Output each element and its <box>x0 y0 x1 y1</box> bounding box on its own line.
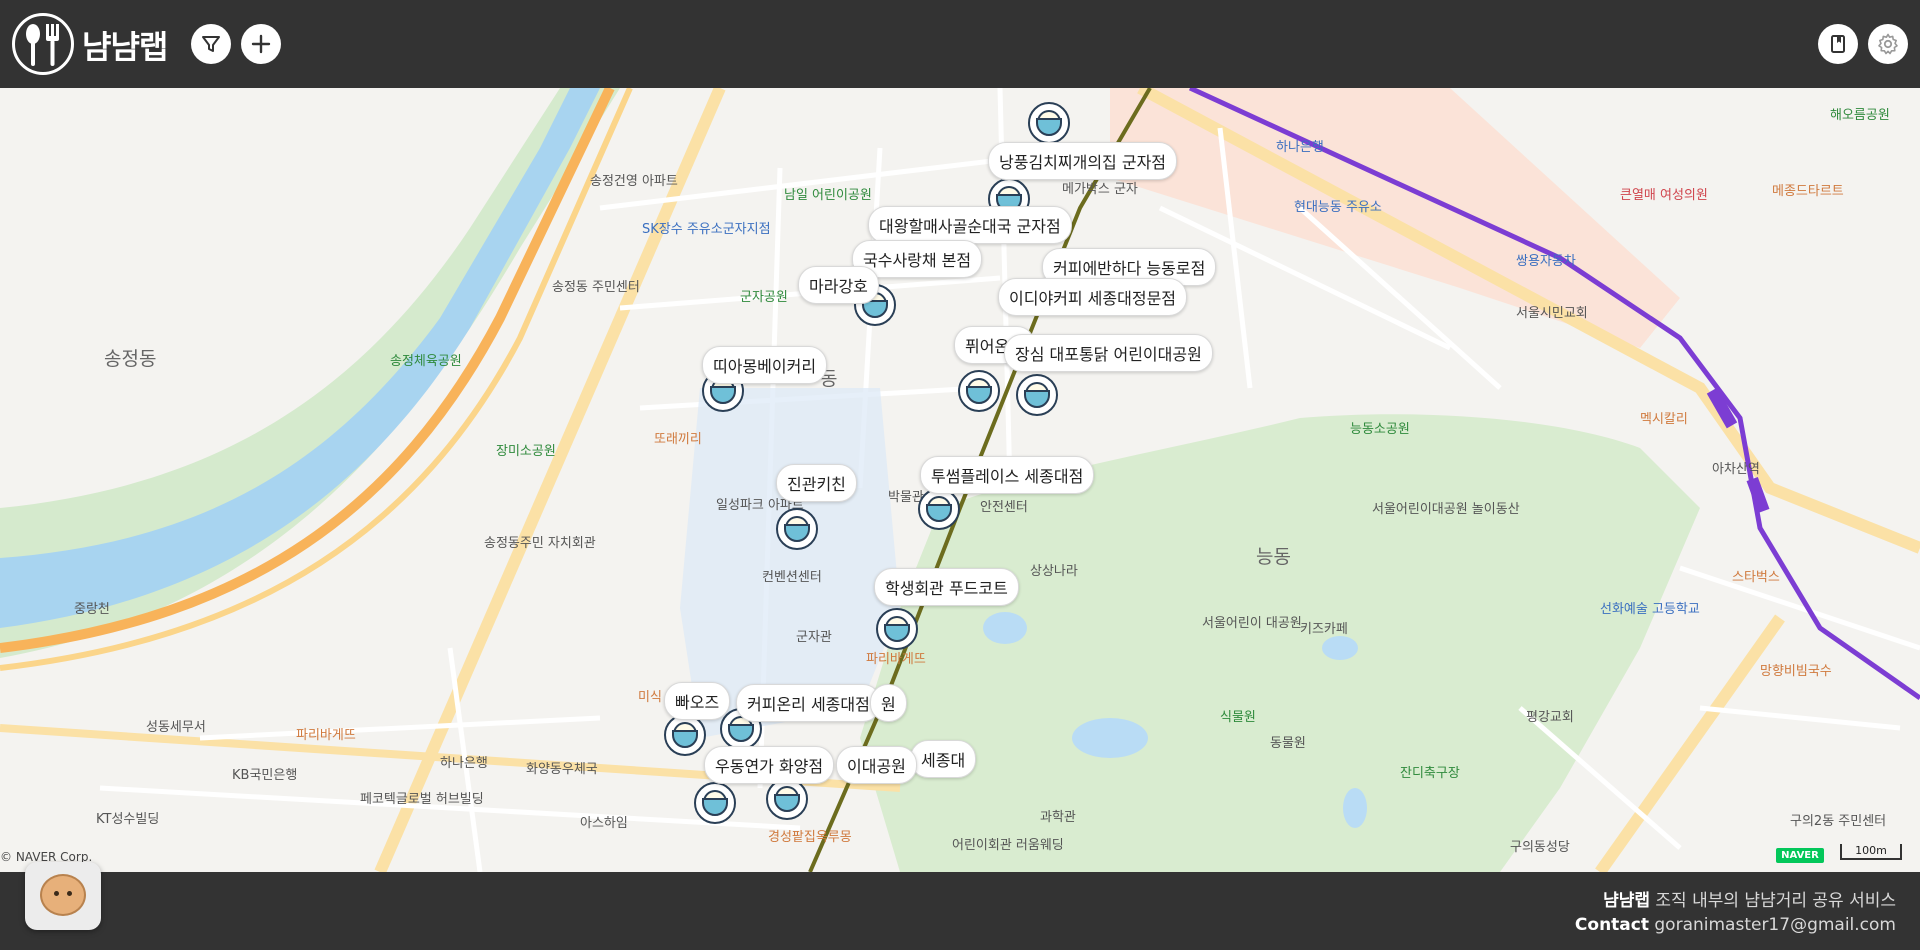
poi-label: 서울시민교회 <box>1516 306 1588 321</box>
place-label[interactable]: 빠오즈 <box>664 682 731 720</box>
poi-label: 큰열매 여성의원 <box>1620 188 1708 203</box>
map-scale-bar: 100m <box>1840 844 1902 860</box>
poi-label: 식물원 <box>1220 710 1256 725</box>
place-label[interactable]: 커피온리 세종대점 <box>736 684 881 722</box>
poi-label: 아스하임 <box>580 816 628 831</box>
settings-button[interactable] <box>1868 24 1908 64</box>
area-label: 능동 <box>1256 546 1291 568</box>
poi-label: 해오름공원 <box>1830 108 1890 123</box>
poi-label: 구의2동 주민센터 <box>1790 814 1887 829</box>
footer-tagline: 조직 내부의 냠냠거리 공유 서비스 <box>1650 891 1896 911</box>
footer-description: 냠냠랩 조직 내부의 냠냠거리 공유 서비스 <box>1603 886 1896 911</box>
place-label[interactable]: 띠아몽베이커리 <box>702 346 828 384</box>
app-title[interactable]: 냠냠랩 <box>82 22 168 68</box>
place-label[interactable]: 투썸플레이스 세종대점 <box>920 456 1095 494</box>
poi-label: 동물원 <box>1270 736 1306 751</box>
chat-character-icon <box>40 874 86 916</box>
map-view[interactable]: 송정동 능동 동 송정건영 아파트 남일 어린이공원 SK장수 주유소군자지점 … <box>0 88 1920 872</box>
poi-label: 군자관 <box>796 630 832 645</box>
place-label[interactable]: 이대공원 <box>836 746 917 784</box>
add-place-button[interactable] <box>241 24 281 64</box>
poi-label: 서울어린이대공원 놀이동산 <box>1372 502 1520 517</box>
poi-label: 컨벤션센터 <box>762 570 822 585</box>
poi-label: 망향비빔국수 <box>1760 664 1832 679</box>
poi-label: 구의동성당 <box>1510 840 1570 855</box>
place-label[interactable]: 우동연가 화양점 <box>704 746 835 784</box>
restaurant-marker[interactable] <box>766 778 808 820</box>
poi-label: 선화예술 고등학교 <box>1600 602 1700 617</box>
poi-label: 남일 어린이공원 <box>784 188 872 203</box>
poi-label: 파리바게뜨 <box>296 728 356 743</box>
poi-label: 화양동우체국 <box>526 762 598 777</box>
poi-label: KT성수빌딩 <box>96 812 160 827</box>
area-label: 송정동 <box>104 348 157 370</box>
restaurant-marker[interactable] <box>958 370 1000 412</box>
filter-funnel-icon <box>202 36 220 52</box>
poi-label: 과학관 <box>1040 810 1076 825</box>
footer: 냠냠랩 조직 내부의 냠냠거리 공유 서비스 Contact goranimas… <box>0 872 1920 950</box>
gear-icon <box>1878 33 1898 55</box>
restaurant-marker[interactable] <box>918 488 960 530</box>
poi-label: 중랑천 <box>74 602 110 617</box>
poi-label: 송정건영 아파트 <box>590 174 678 189</box>
filter-button[interactable] <box>191 24 231 64</box>
top-header: 냠냠랩 <box>0 0 1920 88</box>
place-label[interactable]: 이디야커피 세종대정문점 <box>998 278 1188 316</box>
bookmark-button[interactable] <box>1818 24 1858 64</box>
poi-label: 장미소공원 <box>496 444 556 459</box>
place-label[interactable]: 세종대 <box>910 740 977 778</box>
restaurant-marker[interactable] <box>776 508 818 550</box>
poi-label: 또래끼리 <box>654 432 702 447</box>
contact-email: goranimaster17@gmail.com <box>1648 915 1896 935</box>
bookmark-icon <box>1831 35 1845 53</box>
place-label[interactable]: 낭풍김치찌개의집 군자점 <box>988 142 1178 180</box>
poi-label: 파리바게뜨 <box>866 652 926 667</box>
poi-label: 송정동주민 자치회관 <box>484 536 596 551</box>
poi-label: 멕시칼리 <box>1640 412 1688 427</box>
poi-label: 평강교회 <box>1526 710 1574 725</box>
poi-label: 성동세무서 <box>146 720 206 735</box>
poi-label: 쌍용자동차 <box>1516 254 1576 269</box>
poi-label: 송정동 주민센터 <box>552 280 640 295</box>
footer-contact: Contact goranimaster17@gmail.com <box>1575 915 1896 935</box>
place-label[interactable]: 학생회관 푸드코트 <box>874 568 1019 606</box>
restaurant-marker[interactable] <box>694 782 736 824</box>
poi-label: 미식 <box>638 690 662 705</box>
poi-label: 메종드타르트 <box>1772 184 1844 199</box>
poi-label: 현대능동 주유소 <box>1294 200 1382 215</box>
place-label[interactable]: 장심 대포통닭 어린이대공원 <box>1004 334 1213 372</box>
restaurant-marker[interactable] <box>1016 374 1058 416</box>
poi-label: 아차산역 <box>1712 462 1760 477</box>
poi-label: KB국민은행 <box>232 768 298 783</box>
poi-label: 페코텍글로벌 허브빌딩 <box>360 792 484 807</box>
poi-label: 하나은행 <box>1276 140 1324 155</box>
poi-label: 능동소공원 <box>1350 422 1410 437</box>
chat-button[interactable] <box>25 862 101 930</box>
poi-label: 군자공원 <box>740 290 788 305</box>
poi-label: 송정체육공원 <box>390 354 462 369</box>
restaurant-marker[interactable] <box>1028 102 1070 144</box>
poi-label: 키즈카페 <box>1300 622 1348 637</box>
spoon-fork-icon[interactable] <box>12 13 74 75</box>
poi-label: 스타벅스 <box>1732 570 1780 585</box>
poi-label: 하나은행 <box>440 756 488 771</box>
poi-label: 어린이회관 러움웨딩 <box>952 838 1064 853</box>
plus-icon <box>251 34 271 54</box>
place-label[interactable]: 원 <box>870 684 907 722</box>
naver-logo: NAVER <box>1776 848 1824 863</box>
place-label[interactable]: 마라강호 <box>798 266 879 304</box>
poi-label: 상상나라 <box>1030 564 1078 579</box>
footer-brand: 냠냠랩 <box>1603 891 1651 911</box>
poi-label: 잔디축구장 <box>1400 766 1460 781</box>
place-label[interactable]: 대왕할매사골순대국 군자점 <box>868 206 1072 244</box>
poi-label: 메가박스 군자 <box>1062 182 1138 197</box>
poi-label: 경성팥집옥루몽 <box>768 830 852 845</box>
contact-label: Contact <box>1574 915 1649 935</box>
poi-label: SK장수 주유소군자지점 <box>642 222 771 237</box>
restaurant-marker[interactable] <box>876 608 918 650</box>
poi-label: 안전센터 <box>980 500 1028 515</box>
place-label[interactable]: 진관키친 <box>776 464 857 502</box>
restaurant-marker[interactable] <box>664 714 706 756</box>
poi-label: 서울어린이 대공원 <box>1202 616 1302 631</box>
